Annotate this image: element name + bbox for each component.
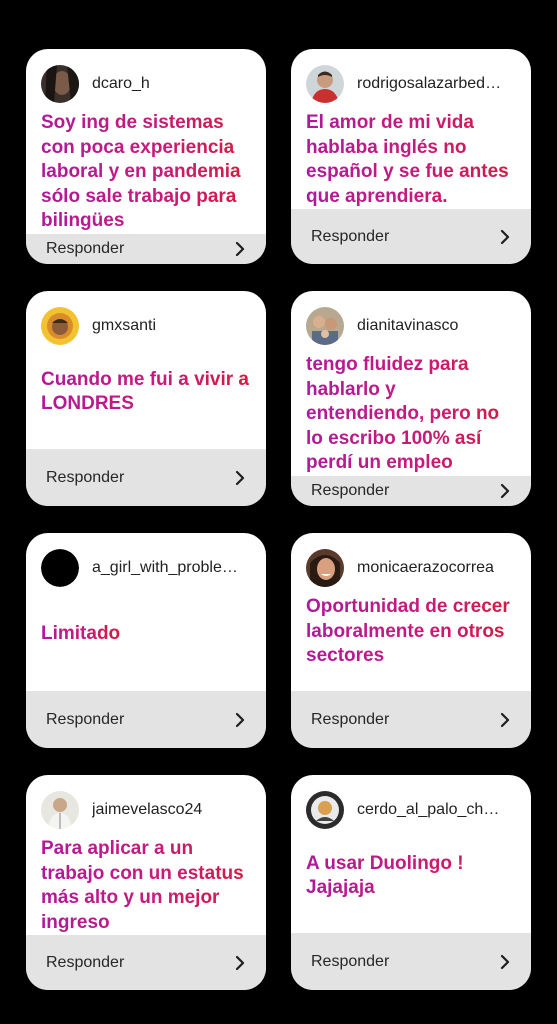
answer-text: Limitado — [41, 622, 120, 647]
user-row[interactable]: cerdo_al_palo_ch… — [306, 791, 516, 829]
chevron-right-icon — [500, 229, 510, 244]
reply-label: Responder — [46, 710, 125, 728]
username[interactable]: cerdo_al_palo_ch… — [357, 801, 499, 819]
avatar[interactable] — [41, 549, 79, 587]
reply-button[interactable]: Responder — [26, 691, 266, 748]
response-card: dcaro_h Soy ing de sistemas con poca exp… — [26, 49, 266, 264]
response-card: monicaerazocorrea Oportunidad de crecer … — [291, 533, 531, 748]
user-row[interactable]: rodrigosalazarbed… — [306, 65, 516, 103]
response-card: cerdo_al_palo_ch… A usar Duolingo ! Jaja… — [291, 775, 531, 990]
chevron-right-icon — [235, 955, 245, 970]
username[interactable]: jaimevelasco24 — [92, 801, 202, 819]
avatar[interactable] — [306, 791, 344, 829]
chevron-right-icon — [235, 470, 245, 485]
reply-label: Responder — [46, 468, 125, 486]
answer-text: Cuando me fui a vivir a LONDRES — [41, 368, 251, 417]
reply-button[interactable]: Responder — [291, 209, 531, 264]
response-card: dianitavinasco tengo fluidez para hablar… — [291, 291, 531, 506]
answer-text: tengo fluidez para hablarlo y entendiend… — [306, 353, 516, 476]
reply-button[interactable]: Responder — [26, 935, 266, 990]
username[interactable]: a_girl_with_proble… — [92, 559, 238, 577]
reply-button[interactable]: Responder — [291, 691, 531, 748]
response-card: a_girl_with_proble… Limitado Responder — [26, 533, 266, 748]
reply-label: Responder — [46, 239, 125, 257]
response-card: gmxsanti Cuando me fui a vivir a LONDRES… — [26, 291, 266, 506]
reply-label: Responder — [311, 710, 390, 728]
answer-text: A usar Duolingo ! Jajajaja — [306, 852, 516, 901]
question-responses-grid: dcaro_h Soy ing de sistemas con poca exp… — [26, 49, 531, 990]
username[interactable]: dianitavinasco — [357, 317, 458, 335]
response-card: rodrigosalazarbed… El amor de mi vida ha… — [291, 49, 531, 264]
username[interactable]: dcaro_h — [92, 75, 150, 93]
answer-text: Para aplicar a un trabajo con un estatus… — [41, 837, 251, 935]
reply-button[interactable]: Responder — [26, 233, 266, 264]
user-row[interactable]: jaimevelasco24 — [41, 791, 251, 829]
chevron-right-icon — [235, 241, 245, 256]
chevron-right-icon — [500, 483, 510, 498]
answer-text: El amor de mi vida hablaba inglés no esp… — [306, 111, 516, 209]
chevron-right-icon — [500, 712, 510, 727]
username[interactable]: monicaerazocorrea — [357, 559, 494, 577]
reply-label: Responder — [311, 227, 390, 245]
chevron-right-icon — [500, 954, 510, 969]
reply-label: Responder — [311, 481, 390, 499]
user-row[interactable]: gmxsanti — [41, 307, 251, 345]
reply-label: Responder — [311, 952, 390, 970]
user-row[interactable]: dcaro_h — [41, 65, 251, 103]
avatar[interactable] — [306, 307, 344, 345]
user-row[interactable]: dianitavinasco — [306, 307, 516, 345]
reply-label: Responder — [46, 953, 125, 971]
reply-button[interactable]: Responder — [26, 449, 266, 506]
reply-button[interactable]: Responder — [291, 475, 531, 506]
reply-button[interactable]: Responder — [291, 933, 531, 990]
avatar[interactable] — [306, 65, 344, 103]
user-row[interactable]: a_girl_with_proble… — [41, 549, 251, 587]
avatar[interactable] — [41, 307, 79, 345]
avatar[interactable] — [306, 549, 344, 587]
username[interactable]: gmxsanti — [92, 317, 156, 335]
answer-text: Oportunidad de crecer laboralmente en ot… — [306, 595, 516, 669]
username[interactable]: rodrigosalazarbed… — [357, 75, 501, 93]
chevron-right-icon — [235, 712, 245, 727]
answer-text: Soy ing de sistemas con poca experiencia… — [41, 111, 251, 234]
avatar[interactable] — [41, 791, 79, 829]
response-card: jaimevelasco24 Para aplicar a un trabajo… — [26, 775, 266, 990]
user-row[interactable]: monicaerazocorrea — [306, 549, 516, 587]
avatar[interactable] — [41, 65, 79, 103]
